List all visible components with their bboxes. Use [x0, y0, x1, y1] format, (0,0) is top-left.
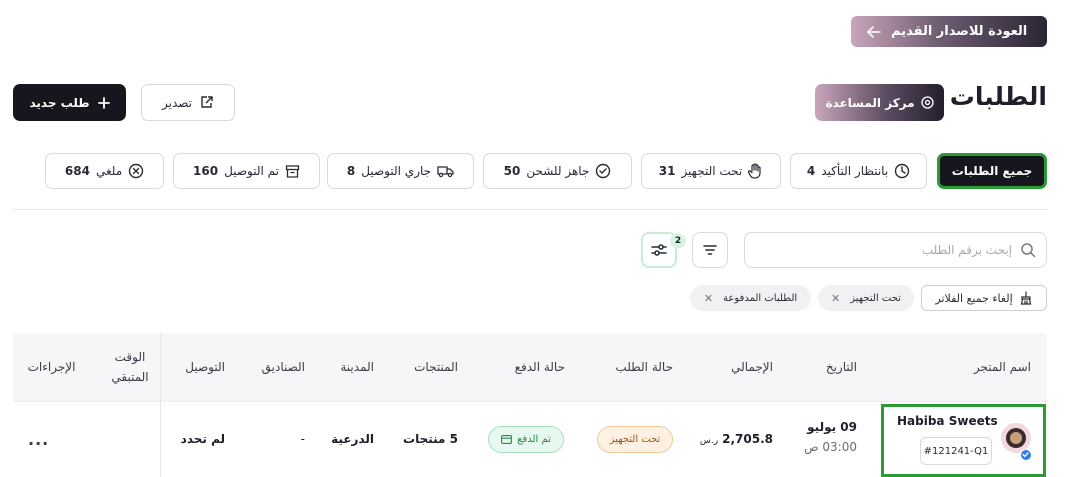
box-icon — [285, 164, 300, 179]
tab-label: بانتظار التأكيد — [821, 164, 889, 178]
order-total-amount: 2,705.8 — [722, 432, 773, 446]
delivery-method: لم تحدد — [180, 432, 225, 446]
chip-label: الطلبات المدفوعة — [723, 292, 798, 304]
row-divider — [13, 401, 1047, 402]
help-center-icon — [920, 96, 934, 109]
column-header-total: الإجمالي — [731, 360, 773, 374]
tab-cancelled[interactable]: ملغي 684 — [45, 153, 164, 189]
order-total: 2,705.8 ر.س — [700, 432, 773, 446]
export-label: تصدير — [162, 95, 193, 110]
column-header-city: المدينة — [340, 360, 374, 374]
new-order-label: طلب جديد — [29, 95, 90, 110]
arrow-left-icon — [867, 25, 881, 38]
help-center-button[interactable]: مركز المساعدة — [815, 84, 944, 121]
products-count: 5 منتجات — [403, 432, 458, 446]
filter-chip-processing[interactable]: تحت التجهيز ✕ — [818, 285, 914, 311]
close-icon[interactable]: ✕ — [704, 292, 713, 305]
clock-icon — [894, 163, 910, 179]
column-header-store: اسم المتجر — [973, 360, 1031, 374]
tab-count: 8 — [346, 164, 356, 178]
column-header-remaining-time: الوقت المتبقي — [100, 333, 160, 401]
divider — [13, 209, 1047, 210]
payment-status-label: تم الدفع — [517, 434, 551, 445]
filter-lines-icon — [703, 244, 717, 256]
truck-icon — [437, 164, 454, 178]
new-order-button[interactable]: طلب جديد — [13, 84, 126, 121]
sticky-column-divider — [160, 333, 161, 477]
filter-chip-paid-orders[interactable]: الطلبات المدفوعة ✕ — [690, 285, 811, 311]
currency-label: ر.س — [699, 436, 719, 446]
tab-count: 4 — [806, 164, 816, 178]
sliders-icon — [651, 243, 667, 257]
order-time: 03:00 ص — [804, 440, 857, 454]
tab-out-for-delivery[interactable]: جاري التوصيل 8 — [327, 153, 474, 189]
column-header-delivery: التوصيل — [185, 360, 225, 374]
search-placeholder: إبحث برقم الطلب — [921, 243, 1012, 257]
tab-label: ملغي — [95, 164, 123, 178]
order-id[interactable]: #121241-Q1 — [920, 437, 992, 465]
city: الدرعية — [331, 432, 374, 446]
store-logo-icon — [1006, 428, 1026, 448]
remaining-time-line2: المتبقي — [111, 370, 149, 384]
page-title: الطلبات — [949, 82, 1047, 111]
close-icon[interactable]: ✕ — [831, 292, 840, 305]
broom-icon — [1019, 291, 1033, 305]
column-header-order-status: حالة الطلب — [615, 360, 673, 374]
tab-label: جميع الطلبات — [951, 164, 1033, 178]
search-input[interactable]: إبحث برقم الطلب — [744, 232, 1047, 268]
column-header-products: المنتجات — [414, 360, 458, 374]
check-circle-icon — [595, 163, 611, 179]
tab-label: جاهز للشحن — [526, 164, 590, 178]
plus-icon — [97, 96, 110, 109]
boxes-count: - — [300, 432, 305, 446]
order-date: 09 يوليو — [807, 420, 857, 434]
help-center-label: مركز المساعدة — [825, 95, 915, 110]
sort-button[interactable] — [692, 232, 728, 268]
clear-filters-label: إلغاء جميع الفلاتر — [935, 291, 1013, 305]
tab-delivered[interactable]: تم التوصيل 160 — [173, 153, 320, 189]
chip-label: تحت التجهيز — [850, 292, 901, 304]
store-name: Habiba Sweets — [897, 414, 998, 428]
tab-label: تم التوصيل — [224, 164, 279, 178]
tab-count: 50 — [503, 164, 521, 178]
verified-icon — [1020, 449, 1032, 461]
search-icon — [1020, 242, 1036, 258]
payment-status-badge: تم الدفع — [488, 426, 564, 453]
row-actions-menu-icon[interactable]: ... — [28, 430, 49, 449]
tab-label: جاري التوصيل — [361, 164, 432, 178]
filter-count-badge: 2 — [670, 234, 686, 248]
tab-all-orders[interactable]: جميع الطلبات — [937, 153, 1047, 189]
export-icon — [199, 95, 214, 110]
tab-count: 160 — [193, 164, 219, 178]
export-button[interactable]: تصدير — [141, 84, 235, 121]
tab-ready-to-ship[interactable]: جاهز للشحن 50 — [483, 153, 632, 189]
card-icon — [501, 435, 513, 444]
clear-filters-button[interactable]: إلغاء جميع الفلاتر — [921, 285, 1047, 311]
tab-awaiting-confirmation[interactable]: بانتظار التأكيد 4 — [790, 153, 927, 189]
back-to-old-version-button[interactable]: العودة للاصدار القديم — [851, 16, 1047, 47]
tab-processing[interactable]: تحت التجهيز 31 — [641, 153, 781, 189]
hand-icon — [748, 163, 763, 179]
column-header-payment-status: حالة الدفع — [514, 360, 565, 374]
tab-count: 31 — [658, 164, 676, 178]
order-status-badge: تحت التجهيز — [597, 426, 673, 453]
column-header-actions: الإجراءات — [13, 333, 90, 401]
column-header-date: التاريخ — [825, 360, 857, 374]
column-header-boxes: الصناديق — [261, 360, 305, 374]
tab-label: تحت التجهيز — [681, 164, 743, 178]
tab-count: 684 — [64, 164, 90, 178]
remaining-time-line1: الوقت — [114, 350, 146, 364]
x-circle-icon — [128, 163, 144, 179]
back-label: العودة للاصدار القديم — [891, 24, 1028, 39]
